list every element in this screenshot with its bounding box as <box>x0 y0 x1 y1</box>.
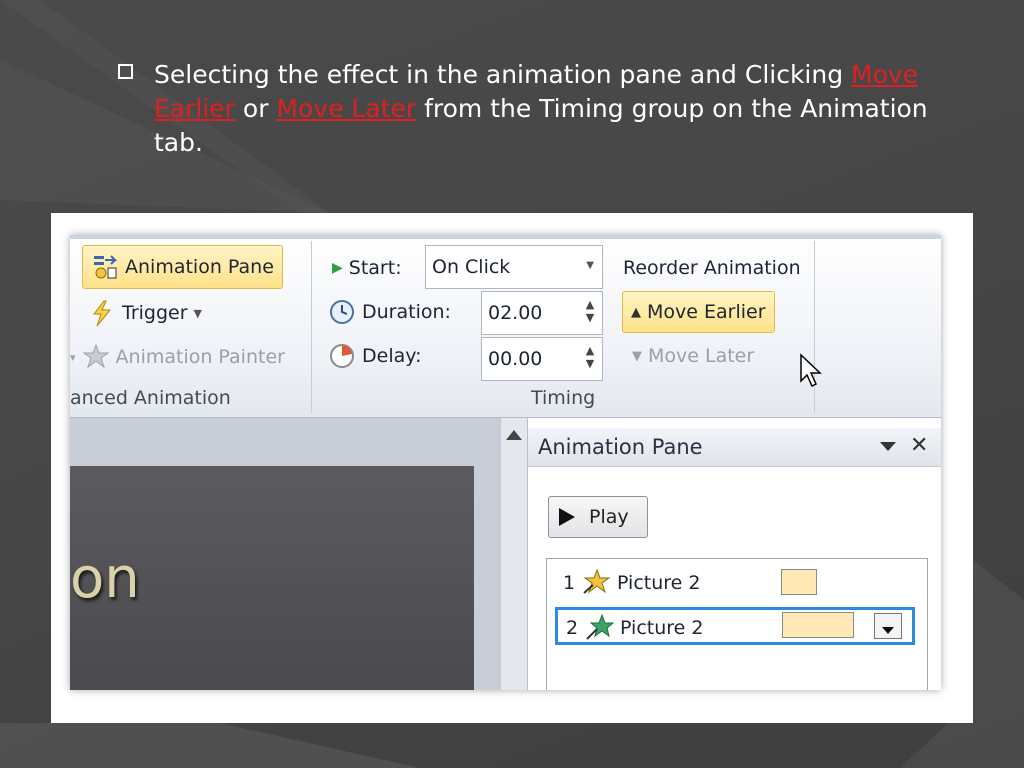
clock-icon <box>330 300 354 324</box>
start-select-value: On Click <box>432 256 511 278</box>
reorder-animation-heading: Reorder Animation <box>623 257 801 279</box>
mouse-pointer-icon <box>800 353 822 388</box>
triangle-down-icon: ▼ <box>632 348 642 364</box>
start-label: ▶ Start: <box>332 253 402 283</box>
move-later-button[interactable]: ▼ Move Later <box>632 341 754 371</box>
animation-pane-header: Animation Pane ✕ <box>528 428 941 467</box>
animation-pane-button[interactable]: Animation Pane <box>82 245 283 289</box>
slide-editing-area[interactable]: on <box>70 418 500 690</box>
item-dropdown-button[interactable] <box>874 613 902 639</box>
move-earlier-button[interactable]: ▲ Move Earlier <box>622 291 775 333</box>
animation-list: 1 Picture 2 2 Picture 2 <box>546 558 928 690</box>
entrance-effect-icon <box>583 568 611 594</box>
play-button[interactable]: Play <box>548 496 648 538</box>
spinner-arrows-icon[interactable]: ▲ ▼ <box>584 298 596 324</box>
delay-label-text: Delay: <box>362 345 422 367</box>
vertical-scrollbar[interactable] <box>500 418 527 690</box>
play-green-icon: ▶ <box>332 260 343 276</box>
ribbon-top-border <box>70 235 941 239</box>
duration-value: 02.00 <box>488 302 543 324</box>
animation-painter-icon <box>81 343 110 369</box>
animation-pane-title: Animation Pane <box>538 435 703 459</box>
chevron-small-icon: ▾ <box>70 350 76 364</box>
start-label-text: Start: <box>348 257 402 279</box>
triangle-up-icon: ▲ <box>631 304 641 320</box>
trigger-label: Trigger <box>122 302 188 324</box>
item-label: Picture 2 <box>620 617 704 639</box>
animation-painter-button[interactable]: ▾ Animation Painter <box>70 341 285 373</box>
group-separator <box>311 241 312 413</box>
chevron-down-icon: ▼ <box>586 260 594 271</box>
pane-menu-chevron-icon[interactable] <box>880 442 896 451</box>
move-earlier-label: Move Earlier <box>647 301 766 323</box>
item-label: Picture 2 <box>617 572 701 594</box>
timing-bar <box>782 612 854 638</box>
delay-value: 00.00 <box>488 348 543 370</box>
bullet-text: Selecting the effect in the animation pa… <box>154 58 948 160</box>
list-item-selected[interactable]: 2 Picture 2 <box>555 607 915 645</box>
play-label: Play <box>589 506 629 528</box>
duration-spinner[interactable]: 02.00 ▲ ▼ <box>481 291 603 335</box>
start-select[interactable]: On Click ▼ <box>425 245 603 289</box>
screenshot-frame: Animation Pane Trigger ▼ ▾ Animation Pai… <box>51 213 973 723</box>
animation-painter-label: Animation Painter <box>115 346 285 368</box>
close-icon[interactable]: ✕ <box>910 433 928 458</box>
move-later-link[interactable]: Move Later <box>276 94 416 123</box>
move-later-label: Move Later <box>648 345 755 367</box>
timing-bar <box>781 569 817 595</box>
duration-label: Duration: <box>328 297 451 327</box>
list-item[interactable]: 1 Picture 2 <box>555 565 915 603</box>
spinner-arrows-icon[interactable]: ▲ ▼ <box>584 344 596 370</box>
scroll-up-icon[interactable] <box>506 430 522 440</box>
slide-title-fragment: on <box>70 546 140 611</box>
play-icon <box>559 508 575 526</box>
animation-pane: Animation Pane ✕ Play 1 Picture 2 2 Pict… <box>527 418 941 690</box>
stopwatch-icon <box>330 344 354 368</box>
motion-effect-icon <box>586 613 614 640</box>
item-number: 2 <box>566 617 579 639</box>
duration-label-text: Duration: <box>362 301 451 323</box>
advanced-animation-group-label: anced Animation <box>70 387 231 409</box>
bullet-text-or: or <box>234 94 277 123</box>
slide-canvas[interactable]: on <box>70 466 474 690</box>
bullet-text-part1: Selecting the effect in the animation pa… <box>154 60 852 89</box>
animation-pane-icon <box>94 255 118 279</box>
animation-pane-label: Animation Pane <box>125 256 274 278</box>
timing-group-label: Timing <box>531 387 596 409</box>
bullet-checkbox-icon <box>118 64 133 79</box>
powerpoint-window: Animation Pane Trigger ▼ ▾ Animation Pai… <box>70 235 941 690</box>
delay-spinner[interactable]: 00.00 ▲ ▼ <box>481 337 603 381</box>
ribbon: Animation Pane Trigger ▼ ▾ Animation Pai… <box>70 235 941 418</box>
chevron-down-icon: ▼ <box>193 306 202 320</box>
trigger-button[interactable]: Trigger ▼ <box>88 297 202 329</box>
slide-bullet: Selecting the effect in the animation pa… <box>118 58 948 160</box>
item-number: 1 <box>563 572 576 594</box>
delay-label: Delay: <box>328 341 422 371</box>
lightning-icon <box>92 300 112 327</box>
